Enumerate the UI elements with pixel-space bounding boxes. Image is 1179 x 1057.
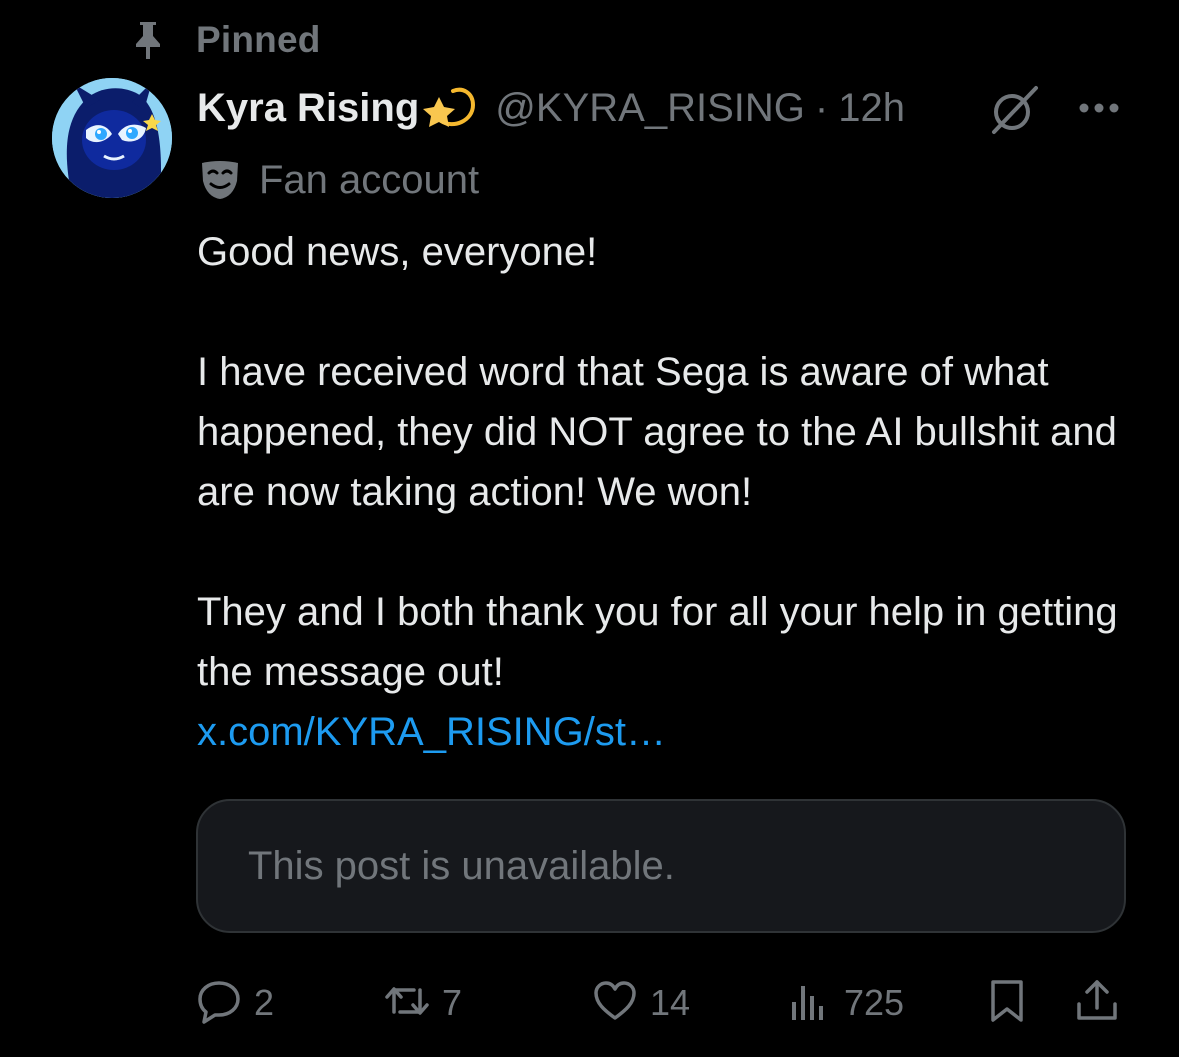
reply-button[interactable]: 2 xyxy=(196,976,274,1030)
views-icon xyxy=(786,978,832,1029)
pin-icon xyxy=(128,20,168,60)
avatar[interactable] xyxy=(52,78,172,198)
repost-button[interactable]: 7 xyxy=(384,976,462,1030)
account-label: Fan account xyxy=(197,152,479,208)
unavailable-message: This post is unavailable. xyxy=(248,843,675,888)
post-paragraph: Good news, everyone! xyxy=(197,230,598,274)
share-icon xyxy=(1074,978,1120,1029)
post-paragraph: I have received word that Sega is aware … xyxy=(197,350,1117,514)
pinned-indicator: Pinned xyxy=(128,18,321,62)
repost-count: 7 xyxy=(442,982,463,1023)
more-icon[interactable] xyxy=(1074,86,1124,130)
shooting-star-icon xyxy=(423,85,479,131)
separator-dot: · xyxy=(814,85,829,130)
display-name[interactable]: Kyra Rising xyxy=(197,86,419,131)
repost-icon xyxy=(384,978,430,1029)
quoted-post-card[interactable]: This post is unavailable. xyxy=(196,799,1126,933)
like-count: 14 xyxy=(650,982,691,1023)
post-text: Good news, everyone! I have received wor… xyxy=(197,222,1137,762)
views-count: 725 xyxy=(844,982,905,1023)
handle[interactable]: @KYRA_RISING xyxy=(495,86,805,131)
fan-account-label: Fan account xyxy=(259,157,480,202)
heart-icon xyxy=(592,978,638,1029)
reply-count: 2 xyxy=(254,982,275,1023)
post-paragraph: They and I both thank you for all your h… xyxy=(197,590,1118,694)
theater-mask-icon xyxy=(197,157,243,203)
reply-icon xyxy=(196,978,242,1029)
bookmark-icon xyxy=(984,978,1030,1029)
like-button[interactable]: 14 xyxy=(592,976,690,1030)
post-link[interactable]: x.com/KYRA_RISING/st… xyxy=(197,702,1137,762)
views-button[interactable]: 725 xyxy=(786,976,904,1030)
bookmark-button[interactable] xyxy=(984,976,1030,1030)
grok-icon[interactable] xyxy=(986,82,1042,138)
pinned-label: Pinned xyxy=(196,19,321,60)
timestamp[interactable]: 12h xyxy=(838,86,905,131)
share-button[interactable] xyxy=(1074,976,1120,1030)
